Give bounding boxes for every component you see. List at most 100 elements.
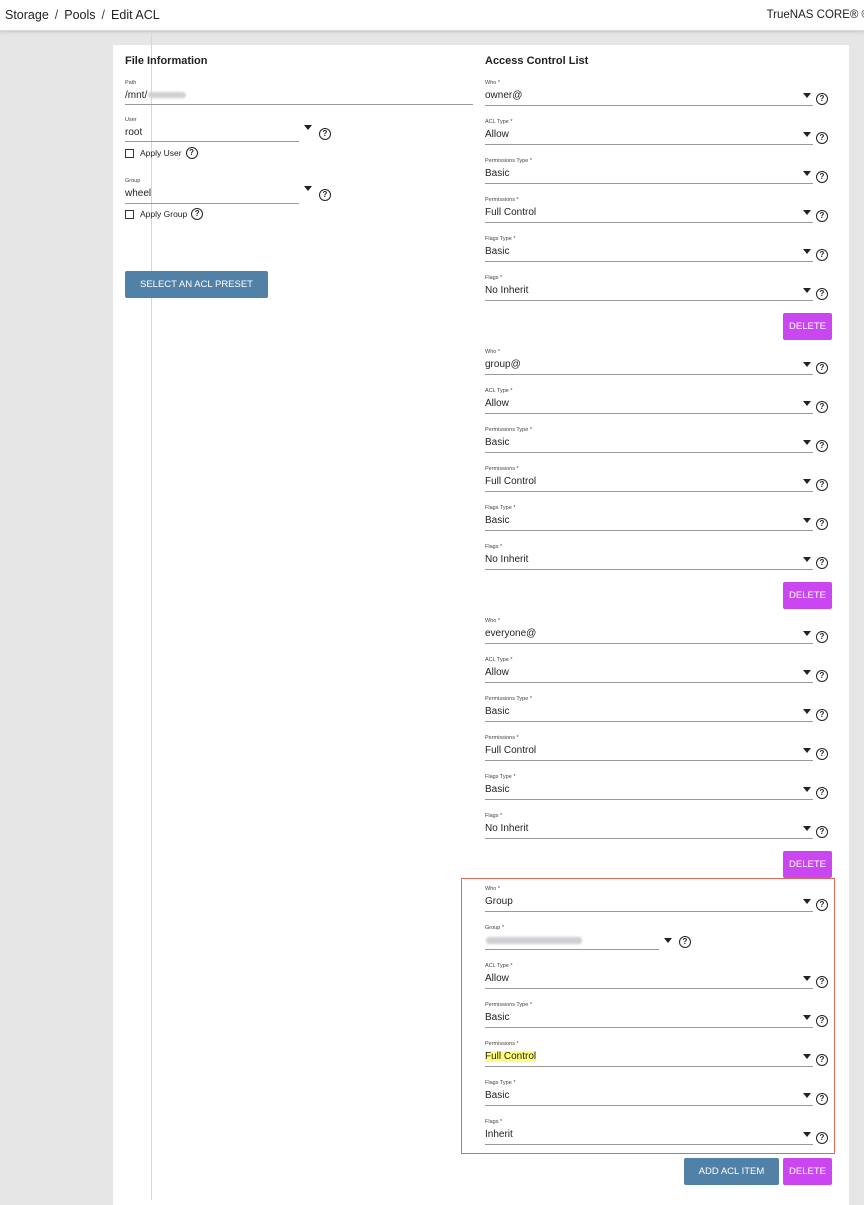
acl-permissions-type-help-icon[interactable]: ? <box>816 709 828 721</box>
acl-who-select[interactable]: Who * group@ <box>485 349 813 375</box>
apply-group-checkbox[interactable]: Apply Group? <box>125 208 204 220</box>
acl-permissions-type-help-icon[interactable]: ? <box>816 440 828 452</box>
acl-who-help-icon[interactable]: ? <box>816 362 828 374</box>
apply-group-checkbox-box[interactable] <box>125 209 134 219</box>
delete-acl-entry-button[interactable]: DELETE <box>783 582 832 609</box>
acl-flags-help-icon[interactable]: ? <box>816 826 828 838</box>
acl-who-label: Who * <box>485 618 500 624</box>
acl-flags-type-dropdown-caret-icon[interactable] <box>803 787 811 792</box>
acl-permissions-dropdown-caret-icon[interactable] <box>803 210 811 215</box>
acl-permissions-value: Full Control <box>485 207 536 218</box>
acl-who-select[interactable]: Who * owner@ <box>485 80 813 106</box>
add-acl-item-button[interactable]: ADD ACL ITEM <box>684 1158 779 1185</box>
acl-who-dropdown-caret-icon[interactable] <box>803 93 811 98</box>
user-underline <box>125 141 299 142</box>
acl-who-help-icon[interactable]: ? <box>816 93 828 105</box>
acl-flags-label: Flags * <box>485 813 503 819</box>
acl-acl-type-label: ACL Type * <box>485 657 513 663</box>
acl-flags-dropdown-caret-icon[interactable] <box>803 557 811 562</box>
acl-flags-type-underline <box>485 799 813 800</box>
acl-flags-select[interactable]: Flags * No Inherit <box>485 813 813 839</box>
acl-acl-type-select[interactable]: ACL Type * Allow <box>485 388 813 414</box>
breadcrumb-storage[interactable]: Storage <box>5 8 49 22</box>
acl-permissions-select[interactable]: Permissions * Full Control <box>485 197 813 223</box>
acl-flags-value: No Inherit <box>485 823 528 834</box>
acl-permissions-type-help-icon[interactable]: ? <box>816 171 828 183</box>
apply-user-checkbox[interactable]: Apply User? <box>125 147 198 159</box>
acl-permissions-help-icon[interactable]: ? <box>816 748 828 760</box>
acl-permissions-dropdown-caret-icon[interactable] <box>803 748 811 753</box>
acl-who-dropdown-caret-icon[interactable] <box>803 631 811 636</box>
acl-permissions-type-dropdown-caret-icon[interactable] <box>803 440 811 445</box>
acl-permissions-type-dropdown-caret-icon[interactable] <box>803 709 811 714</box>
acl-flags-select[interactable]: Flags * No Inherit <box>485 544 813 570</box>
path-field[interactable]: Path /mnt/ <box>125 80 473 106</box>
acl-permissions-type-select[interactable]: Permissions Type * Basic <box>485 158 813 184</box>
acl-permissions-type-dropdown-caret-icon[interactable] <box>803 171 811 176</box>
acl-flags-dropdown-caret-icon[interactable] <box>803 288 811 293</box>
acl-acl-type-select[interactable]: ACL Type * Allow <box>485 657 813 683</box>
acl-flags-select[interactable]: Flags * No Inherit <box>485 275 813 301</box>
breadcrumb-edit-acl: Edit ACL <box>111 8 160 22</box>
acl-who-select[interactable]: Who * everyone@ <box>485 618 813 644</box>
acl-acl-type-help-icon[interactable]: ? <box>816 401 828 413</box>
acl-permissions-type-select[interactable]: Permissions Type * Basic <box>485 696 813 722</box>
acl-flags-type-select[interactable]: Flags Type * Basic <box>485 236 813 262</box>
acl-acl-type-select[interactable]: ACL Type * Allow <box>485 119 813 145</box>
acl-permissions-type-value: Basic <box>485 168 509 179</box>
apply-user-help-icon[interactable]: ? <box>185 147 198 159</box>
user-dropdown-caret-icon[interactable] <box>304 125 312 130</box>
acl-who-value-text: everyone@ <box>485 628 537 639</box>
acl-who-help-icon[interactable]: ? <box>816 631 828 643</box>
acl-permissions-type-value: Basic <box>485 706 509 717</box>
group-dropdown-caret-icon[interactable] <box>304 186 312 191</box>
acl-acl-type-value: Allow <box>485 667 509 678</box>
acl-permissions-value-text: Full Control <box>485 476 537 487</box>
acl-flags-type-select[interactable]: Flags Type * Basic <box>485 774 813 800</box>
acl-flags-type-value: Basic <box>485 515 509 526</box>
acl-flags-type-help-icon[interactable]: ? <box>816 518 828 530</box>
apply-group-help-icon[interactable]: ? <box>191 208 204 220</box>
acl-permissions-type-select[interactable]: Permissions Type * Basic <box>485 427 813 453</box>
acl-flags-type-dropdown-caret-icon[interactable] <box>803 249 811 254</box>
acl-permissions-help-icon[interactable]: ? <box>816 210 828 222</box>
acl-permissions-value-text: Full Control <box>485 745 537 756</box>
apply-user-checkbox-box[interactable] <box>125 148 134 158</box>
acl-acl-type-help-icon[interactable]: ? <box>816 132 828 144</box>
acl-permissions-dropdown-caret-icon[interactable] <box>803 479 811 484</box>
user-select[interactable]: User root <box>125 117 299 143</box>
acl-flags-value: No Inherit <box>485 285 528 296</box>
delete-acl-entry-button[interactable]: DELETE <box>783 1158 832 1185</box>
acl-flags-dropdown-caret-icon[interactable] <box>803 826 811 831</box>
acl-flags-type-help-icon[interactable]: ? <box>816 787 828 799</box>
acl-flags-type-select[interactable]: Flags Type * Basic <box>485 505 813 531</box>
acl-who-underline <box>485 374 813 375</box>
acl-flags-type-dropdown-caret-icon[interactable] <box>803 518 811 523</box>
select-acl-preset-button[interactable]: SELECT AN ACL PRESET <box>125 271 268 298</box>
acl-flags-value-text: No Inherit <box>485 554 529 565</box>
acl-permissions-select[interactable]: Permissions * Full Control <box>485 735 813 761</box>
breadcrumb-separator: / <box>54 8 59 22</box>
delete-acl-entry-button[interactable]: DELETE <box>783 851 832 878</box>
user-help-icon[interactable]: ? <box>319 128 331 140</box>
acl-who-value: everyone@ <box>485 628 536 639</box>
acl-permissions-select[interactable]: Permissions * Full Control <box>485 466 813 492</box>
delete-acl-entry-button[interactable]: DELETE <box>783 313 832 340</box>
acl-acl-type-underline <box>485 413 813 414</box>
acl-acl-type-value-text: Allow <box>485 398 509 409</box>
acl-who-dropdown-caret-icon[interactable] <box>803 362 811 367</box>
acl-acl-type-dropdown-caret-icon[interactable] <box>803 401 811 406</box>
acl-flags-type-label: Flags Type * <box>485 236 516 242</box>
acl-who-value-text: group@ <box>485 359 521 370</box>
acl-acl-type-dropdown-caret-icon[interactable] <box>803 132 811 137</box>
group-help-icon[interactable]: ? <box>319 189 331 201</box>
acl-acl-type-help-icon[interactable]: ? <box>816 670 828 682</box>
acl-permissions-type-value-text: Basic <box>485 168 510 179</box>
acl-flags-help-icon[interactable]: ? <box>816 288 828 300</box>
acl-acl-type-dropdown-caret-icon[interactable] <box>803 670 811 675</box>
acl-permissions-help-icon[interactable]: ? <box>816 479 828 491</box>
acl-flags-help-icon[interactable]: ? <box>816 557 828 569</box>
breadcrumb-pools[interactable]: Pools <box>64 8 95 22</box>
acl-flags-type-help-icon[interactable]: ? <box>816 249 828 261</box>
group-select[interactable]: Group wheel <box>125 178 299 204</box>
